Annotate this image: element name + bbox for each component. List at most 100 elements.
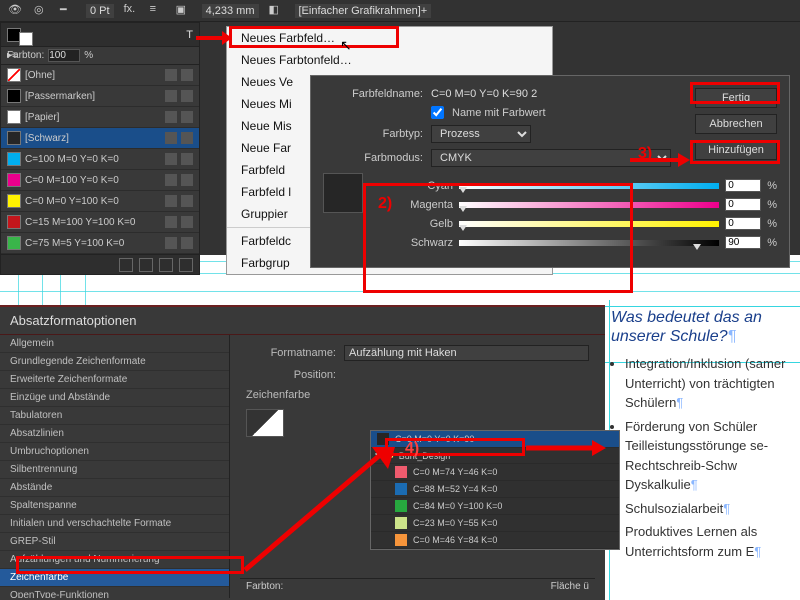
show-list-view-icon[interactable] — [119, 258, 133, 272]
swatch-row[interactable]: [Schwarz] — [1, 128, 199, 149]
black-label: Schwarz — [373, 237, 453, 249]
magenta-slider[interactable] — [459, 202, 719, 208]
tint-row: Farbton: ▸ % ▸≡ — [1, 47, 199, 65]
para-category-item[interactable]: Initialen und verschachtelte Formate — [0, 515, 229, 533]
para-category-item[interactable]: Silbentrennung — [0, 461, 229, 479]
para-category-item[interactable]: Grundlegende Zeichenformate — [0, 353, 229, 371]
cancel-button[interactable]: Abbrechen — [695, 114, 777, 134]
new-swatch-icon[interactable] — [159, 258, 173, 272]
magenta-value-input[interactable]: 0 — [725, 198, 761, 211]
step-3-label: 3) — [638, 145, 652, 163]
tint-label: Farbton: — [7, 50, 44, 61]
char-color-item[interactable]: C=0 M=74 Y=46 K=0 — [371, 464, 619, 481]
swatch-name-label: Farbfeldname: — [323, 88, 423, 100]
delete-swatch-icon[interactable] — [179, 258, 193, 272]
color-mode-dropdown[interactable]: CMYK — [431, 149, 671, 167]
para-category-list: AllgemeinGrundlegende ZeichenformateErwe… — [0, 335, 230, 598]
color-type-label: Farbtyp: — [323, 128, 423, 140]
swatches-panel: T Farbton: ▸ % ▸≡ [Ohne][Passermarken][P… — [0, 22, 200, 275]
para-category-item[interactable]: Allgemein — [0, 335, 229, 353]
cyan-label: Cyan — [373, 180, 453, 192]
tint-pct: % — [84, 50, 93, 61]
fx-icon[interactable]: fx. — [124, 3, 140, 19]
para-category-item[interactable]: Erweiterte Zeichenformate — [0, 371, 229, 389]
para-name-input[interactable] — [344, 345, 589, 361]
app-top-toolbar: 👁 ◎ ━ 0 Pt fx. ≡ ▣ 4,233 mm ◧ [Einfacher… — [0, 0, 800, 22]
swatch-row[interactable]: [Passermarken] — [1, 86, 199, 107]
swatch-row[interactable]: [Ohne] — [1, 65, 199, 86]
para-name-label: Formatname: — [246, 347, 336, 359]
char-color-item[interactable]: C=0 M=46 Y=84 K=0 — [371, 532, 619, 549]
step-2-label: 2) — [378, 195, 392, 213]
para-category-item[interactable]: Spaltenspanne — [0, 497, 229, 515]
swatch-row[interactable]: C=100 M=0 Y=0 K=0 — [1, 149, 199, 170]
yellow-label: Gelb — [373, 218, 453, 230]
text-fill-icon[interactable]: T — [186, 29, 193, 41]
para-category-item[interactable]: Abstände — [0, 479, 229, 497]
para-category-item[interactable]: Umbruchoptionen — [0, 443, 229, 461]
tint-input[interactable] — [48, 49, 80, 62]
char-color-item[interactable]: C=84 M=0 Y=100 K=0 — [371, 498, 619, 515]
swatch-name-value: C=0 M=0 Y=0 K=90 2 — [431, 88, 537, 100]
cyan-slider[interactable] — [459, 183, 719, 189]
mouse-cursor-icon: ↖ — [340, 37, 352, 54]
cyan-value-input[interactable]: 0 — [725, 179, 761, 192]
show-grid-view-icon[interactable] — [139, 258, 153, 272]
yellow-slider[interactable] — [459, 221, 719, 227]
swatch-row[interactable]: [Papier] — [1, 107, 199, 128]
char-color-item[interactable]: C=23 M=0 Y=55 K=0 — [371, 515, 619, 532]
target-icon[interactable]: ◎ — [34, 3, 50, 19]
char-color-item[interactable]: C=88 M=52 Y=4 K=0 — [371, 481, 619, 498]
done-button[interactable]: Fertig — [695, 88, 777, 108]
frame-type-dropdown[interactable]: [Einfacher Grafikrahmen]+ — [295, 4, 432, 18]
swatches-panel-header: T — [1, 23, 199, 47]
doc-bullet-item: Schulsozialarbeit¶ — [625, 499, 794, 519]
yellow-value-input[interactable]: 0 — [725, 217, 761, 230]
context-menu-item[interactable]: Neues Farbfeld… — [227, 27, 552, 49]
para-category-item[interactable]: Zeichenfarbe — [0, 569, 229, 587]
char-color-preview[interactable] — [246, 409, 284, 437]
line-style-icon[interactable]: ━ — [60, 3, 76, 19]
para-category-item[interactable]: Aufzählungen und Nummerierung — [0, 551, 229, 569]
wrap-icon[interactable]: ▣ — [176, 3, 192, 19]
dimension-field[interactable]: 4,233 mm — [202, 4, 259, 18]
color-mode-label: Farbmodus: — [323, 152, 423, 164]
doc-bullet-item: Integration/Inklusion (samer Unterricht)… — [625, 354, 794, 413]
para-dialog-right-pane: Formatname: Position: Zeichenfarbe C=0 M… — [230, 335, 605, 598]
swatch-row[interactable]: C=0 M=0 Y=100 K=0 — [1, 191, 199, 212]
color-preview-box — [323, 173, 363, 213]
name-with-value-label: Name mit Farbwert — [452, 107, 546, 119]
frame-opts-icon[interactable]: ◧ — [269, 3, 285, 19]
stroke-color-proxy[interactable] — [19, 32, 33, 46]
doc-bullet-list: Integration/Inklusion (samer Unterricht)… — [605, 350, 800, 569]
swatches-panel-footer — [1, 254, 199, 274]
align-left-icon[interactable]: ≡ — [150, 3, 166, 19]
para-category-item[interactable]: OpenType-Funktionen — [0, 587, 229, 598]
para-category-item[interactable]: Tabulatoren — [0, 407, 229, 425]
black-slider[interactable] — [459, 240, 719, 246]
char-color-section-label: Zeichenfarbe — [246, 389, 589, 401]
para-category-item[interactable]: Einzüge und Abstände — [0, 389, 229, 407]
swatch-row[interactable]: C=15 M=100 Y=100 K=0 — [1, 212, 199, 233]
para-dialog-title: Absatzformatoptionen — [0, 307, 605, 335]
eyedropper-icon[interactable]: 👁 — [8, 3, 24, 19]
name-with-value-checkbox[interactable] — [431, 106, 444, 119]
para-tint-label: Farbton: — [246, 581, 283, 592]
stroke-weight-field[interactable]: 0 Pt — [86, 4, 114, 18]
swatch-row[interactable]: C=0 M=100 Y=0 K=0 — [1, 170, 199, 191]
new-swatch-dialog: Farbfeldname: C=0 M=0 Y=0 K=90 2 Name mi… — [310, 75, 790, 268]
doc-heading: Was bedeutet das an unserer Schule?¶ — [605, 300, 800, 350]
doc-bullet-item: Produktives Lernen als Unterrichtsform z… — [625, 522, 794, 561]
swatch-row[interactable]: C=75 M=5 Y=100 K=0 — [1, 233, 199, 254]
para-category-item[interactable]: GREP-Stil — [0, 533, 229, 551]
folder-icon: 📁 — [384, 450, 395, 461]
context-menu-item[interactable]: Neues Farbtonfeld… — [227, 49, 552, 71]
black-value-input[interactable]: 90 — [725, 236, 761, 249]
folder-triangle-icon: ▾ — [375, 450, 380, 461]
para-space-label: Fläche ü — [551, 581, 589, 592]
add-button[interactable]: Hinzufügen — [695, 140, 777, 160]
para-category-item[interactable]: Absatzlinien — [0, 425, 229, 443]
step-4-label: 4) — [405, 440, 419, 458]
color-type-dropdown[interactable]: Prozess — [431, 125, 531, 143]
document-text-frame[interactable]: Was bedeutet das an unserer Schule?¶ Int… — [605, 300, 800, 600]
